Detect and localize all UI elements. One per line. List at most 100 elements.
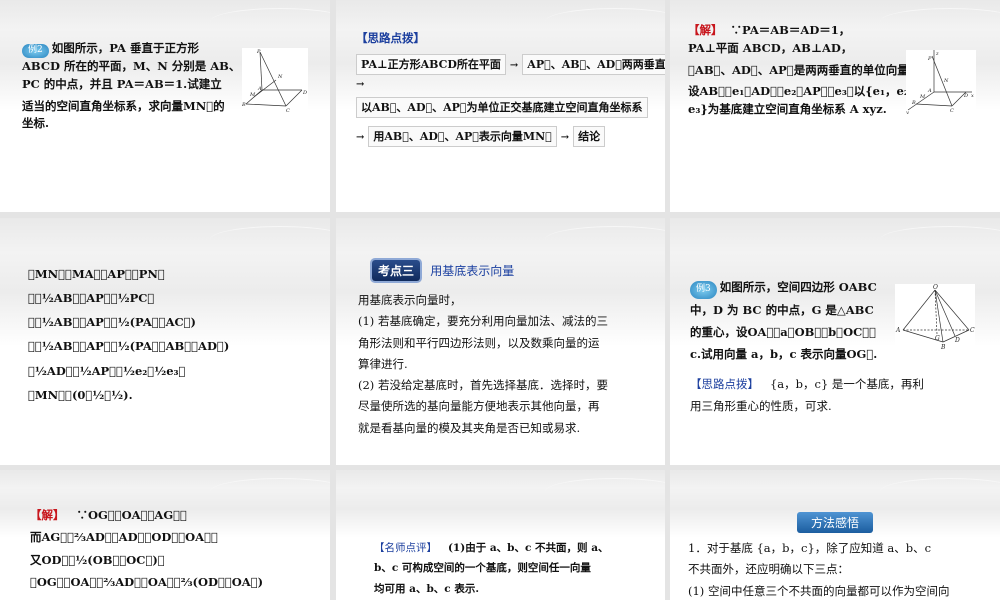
equation-line: ∵MN⃗＝MA⃗＋AP⃗＋PN⃗ [28, 267, 165, 281]
figure-label: x [971, 93, 974, 99]
figure-label: B [911, 100, 916, 106]
equation-line: ∴MN⃗＝(0，½，½). [28, 387, 133, 402]
text-line: 如图所示，空间四边形 OABC [719, 280, 877, 294]
equation-line: ＝－½AB⃗＋AP⃗＋½PC⃗ [28, 291, 155, 306]
figure-label: M [249, 92, 256, 98]
slide-5-text: 用基底表示向量时， (1) 若基底确定，要充分利用向量加法、减法的三 角形法则和… [358, 290, 608, 439]
equation-line: ∴OG⃗＝OA⃗＋⅔AD⃗＝OA⃗＋⅔(OD⃗－OA⃗) [30, 575, 264, 590]
solution-label: 【解】 [30, 508, 65, 522]
slide-8-text: 【名师点评】 (1)由于 a、b、c 不共面，则 a、 b、c 可构成空间的一个… [374, 538, 609, 599]
slide-9-thumbnail[interactable]: 方法感悟 1．对于基底 {a，b，c}，除了应知道 a、b、c 不共面外，还应明… [670, 470, 1000, 600]
text-line: 就是看基向量的模及其夹角是否已知或易求. [358, 420, 581, 435]
teacher-comment-label: 【名师点评】 [374, 542, 437, 554]
slide-1-thumbnail[interactable]: 例2 如图所示，PA 垂直于正方形 ABCD 所在的平面，M、N 分别是 AB、 … [0, 0, 330, 212]
equation-line: ＝－½AB⃗＋AP⃗＋½(PA⃗＋AC⃗) [28, 315, 197, 330]
text-line: 尽量使所选的基向量能方便地表示其他向量，再 [358, 399, 600, 414]
slide-3-text: 【解】 ∵PA＝AB＝AD＝1， PA⊥平面 ABCD，AB⊥AD， ∴AB⃗、… [688, 22, 920, 119]
figure-label: B [940, 344, 946, 350]
figure-label: M [919, 94, 926, 100]
figure-label: C [286, 108, 290, 114]
text-line: 算律进行. [358, 356, 408, 371]
flow-arrow: → [560, 131, 570, 143]
method-header: 方法感悟 [797, 512, 874, 533]
flow-box: 用AB⃗、AD⃗、AP⃗表示向量MN⃗ [368, 125, 557, 147]
equation-line: 又OD⃗＝½(OB⃗＋OC⃗)， [30, 552, 165, 567]
hint-heading: 【思路点拨】 [690, 377, 759, 391]
text-line: 如图所示，PA 垂直于正方形 [51, 41, 199, 55]
text-line: e₃}为基底建立空间直角坐标系 A xyz. [688, 102, 887, 117]
flow-box: 结论 [573, 125, 606, 147]
section-tag: 考点三 [372, 260, 421, 281]
text-line: 用基底表示向量时， [358, 293, 462, 307]
text-line: c.试用向量 a，b，c 表示向量OG⃗. [690, 347, 878, 362]
method-title: 方法感悟 [797, 512, 874, 533]
slide-6-thumbnail[interactable]: 例3 如图所示，空间四边形 OABC 中，D 为 BC 的中点，G 是△ABC 的… [670, 218, 1000, 465]
text-line: (2) 若没给定基底时，首先选择基底．选择时，要 [358, 378, 608, 393]
text-line: PA⊥平面 ABCD，AB⊥AD， [688, 40, 853, 55]
figure-label: B [242, 102, 246, 108]
text-line: ∵PA＝AB＝AD＝1， [730, 23, 851, 37]
figure-label: A [895, 327, 901, 334]
slide-3-thumbnail[interactable]: 【解】 ∵PA＝AB＝AD＝1， PA⊥平面 ABCD，AB⊥AD， ∴AB⃗、… [670, 0, 1000, 212]
flow-arrow: → [356, 131, 365, 143]
example-badge: 例2 [22, 44, 49, 58]
text-line: 角形法则和平行四边形法则，以及数乘向量的运 [358, 335, 600, 350]
text-line: b、c 可构成空间的一个基底，则空间任一向量 [374, 562, 591, 575]
text-line: 均可用 a、b、c 表示. [374, 582, 480, 595]
figure-label: D [963, 93, 968, 99]
slide-4-thumbnail[interactable]: ∵MN⃗＝MA⃗＋AP⃗＋PN⃗ ＝－½AB⃗＋AP⃗＋½PC⃗ ＝－½AB⃗＋… [0, 218, 330, 465]
text-line: 适当的空间直角坐标系，求向量MN⃗的 [22, 98, 225, 113]
text-line: 1．对于基底 {a，b，c}，除了应知道 a、b、c [688, 541, 932, 555]
flow-arrow: → [356, 78, 365, 90]
flow-arrow: → [509, 59, 519, 71]
figure-label: A [927, 88, 932, 94]
slide-2-text: 【思路点拨】 PA⊥正方形ABCD所在平面 → AP⃗、AB⃗、AD⃗两两垂直 → … [356, 30, 665, 147]
slide-6-hint: 【思路点拨】 {a，b，c} 是一个基底，再利 用三角形重心的性质，可求. [690, 373, 924, 418]
text-line: ABCD 所在的平面，M、N 分别是 AB、 [22, 58, 241, 73]
text-line: (1) 若基底确定，要充分利用向量加法、减法的三 [358, 314, 608, 329]
text-line: (1) 空间中任意三个不共面的向量都可以作为空间向 [688, 583, 950, 598]
coordinate-figure: z P N A M B D x C y [906, 50, 976, 114]
slide-6-text: 例3 如图所示，空间四边形 OABC 中，D 为 BC 的中点，G 是△ABC 的… [690, 276, 877, 366]
solution-label: 【解】 [688, 23, 723, 37]
text-line: 中，D 为 BC 的中点，G 是△ABC [690, 302, 874, 317]
hint-heading: 【思路点拨】 [356, 31, 425, 45]
text-line: 设AB⃗＝e₁，AD⃗＝e₂，AP⃗＝e₃，以{e₁，e₂， [688, 84, 921, 99]
text-line: {a，b，c} 是一个基底，再利 [769, 377, 924, 391]
slide-8-thumbnail[interactable]: 【名师点评】 (1)由于 a、b、c 不共面，则 a、 b、c 可构成空间的一个… [336, 470, 665, 600]
figure-label: N [277, 74, 283, 80]
equation-line: ＝½AD⃗＋½AP⃗＝½e₂＋½e₃， [28, 363, 186, 378]
slide-1-text: 例2 如图所示，PA 垂直于正方形 ABCD 所在的平面，M、N 分别是 AB、 … [22, 40, 242, 133]
figure-label: A [257, 86, 262, 92]
section-header: 考点三 用基底表示向量 [372, 260, 514, 281]
text-line: 不共面外，还应明确以下三点： [688, 562, 849, 577]
figure-label: C [950, 108, 954, 114]
figure-label: D [954, 337, 960, 344]
slide-7-thumbnail[interactable]: 【解】 ∵OG⃗＝OA⃗＋AG⃗， 而AG⃗＝⅔AD⃗，AD⃗＝OD⃗－OA⃗，… [0, 470, 330, 600]
figure-label: P [256, 49, 261, 55]
section-title: 用基底表示向量 [430, 264, 515, 278]
text-line: 用三角形重心的性质，可求. [690, 399, 832, 414]
figure-label: O [933, 284, 938, 291]
figure-label: G [935, 335, 940, 342]
slide-4-text: ∵MN⃗＝MA⃗＋AP⃗＋PN⃗ ＝－½AB⃗＋AP⃗＋½PC⃗ ＝－½AB⃗＋… [28, 262, 229, 407]
figure-label: D [302, 90, 307, 96]
figure-label: z [935, 51, 939, 57]
pyramid-figure: P N A M B D C [242, 48, 308, 114]
slide-7-text: 【解】 ∵OG⃗＝OA⃗＋AG⃗， 而AG⃗＝⅔AD⃗，AD⃗＝OD⃗－OA⃗，… [30, 504, 263, 594]
slide-5-thumbnail[interactable]: 考点三 用基底表示向量 用基底表示向量时， (1) 若基底确定，要充分利用向量加… [336, 218, 665, 465]
slide-9-text: 1．对于基底 {a，b，c}，除了应知道 a、b、c 不共面外，还应明确以下三点… [688, 538, 949, 600]
text-line: 坐标. [22, 116, 50, 131]
figure-label: y [906, 110, 909, 114]
equation-line: ∵OG⃗＝OA⃗＋AG⃗， [76, 508, 187, 522]
text-line: ∴AB⃗、AD⃗、AP⃗是两两垂直的单位向量. [688, 62, 913, 77]
example-badge: 例3 [690, 281, 717, 299]
slide-2-thumbnail[interactable]: 【思路点拨】 PA⊥正方形ABCD所在平面 → AP⃗、AB⃗、AD⃗两两垂直 → … [336, 0, 665, 212]
text-line: 的重心，设OA⃗＝a，OB⃗＝b，OC⃗＝ [690, 324, 877, 339]
equation-line: ＝－½AB⃗＋AP⃗＋½(PA⃗＋AB⃗＋AD⃗) [28, 339, 230, 354]
equation-line: 而AG⃗＝⅔AD⃗，AD⃗＝OD⃗－OA⃗， [30, 530, 218, 545]
flow-box: AP⃗、AB⃗、AD⃗两两垂直 [522, 53, 665, 75]
flow-box: PA⊥正方形ABCD所在平面 [356, 53, 506, 75]
figure-label: N [943, 78, 949, 84]
figure-label: P [927, 56, 932, 62]
